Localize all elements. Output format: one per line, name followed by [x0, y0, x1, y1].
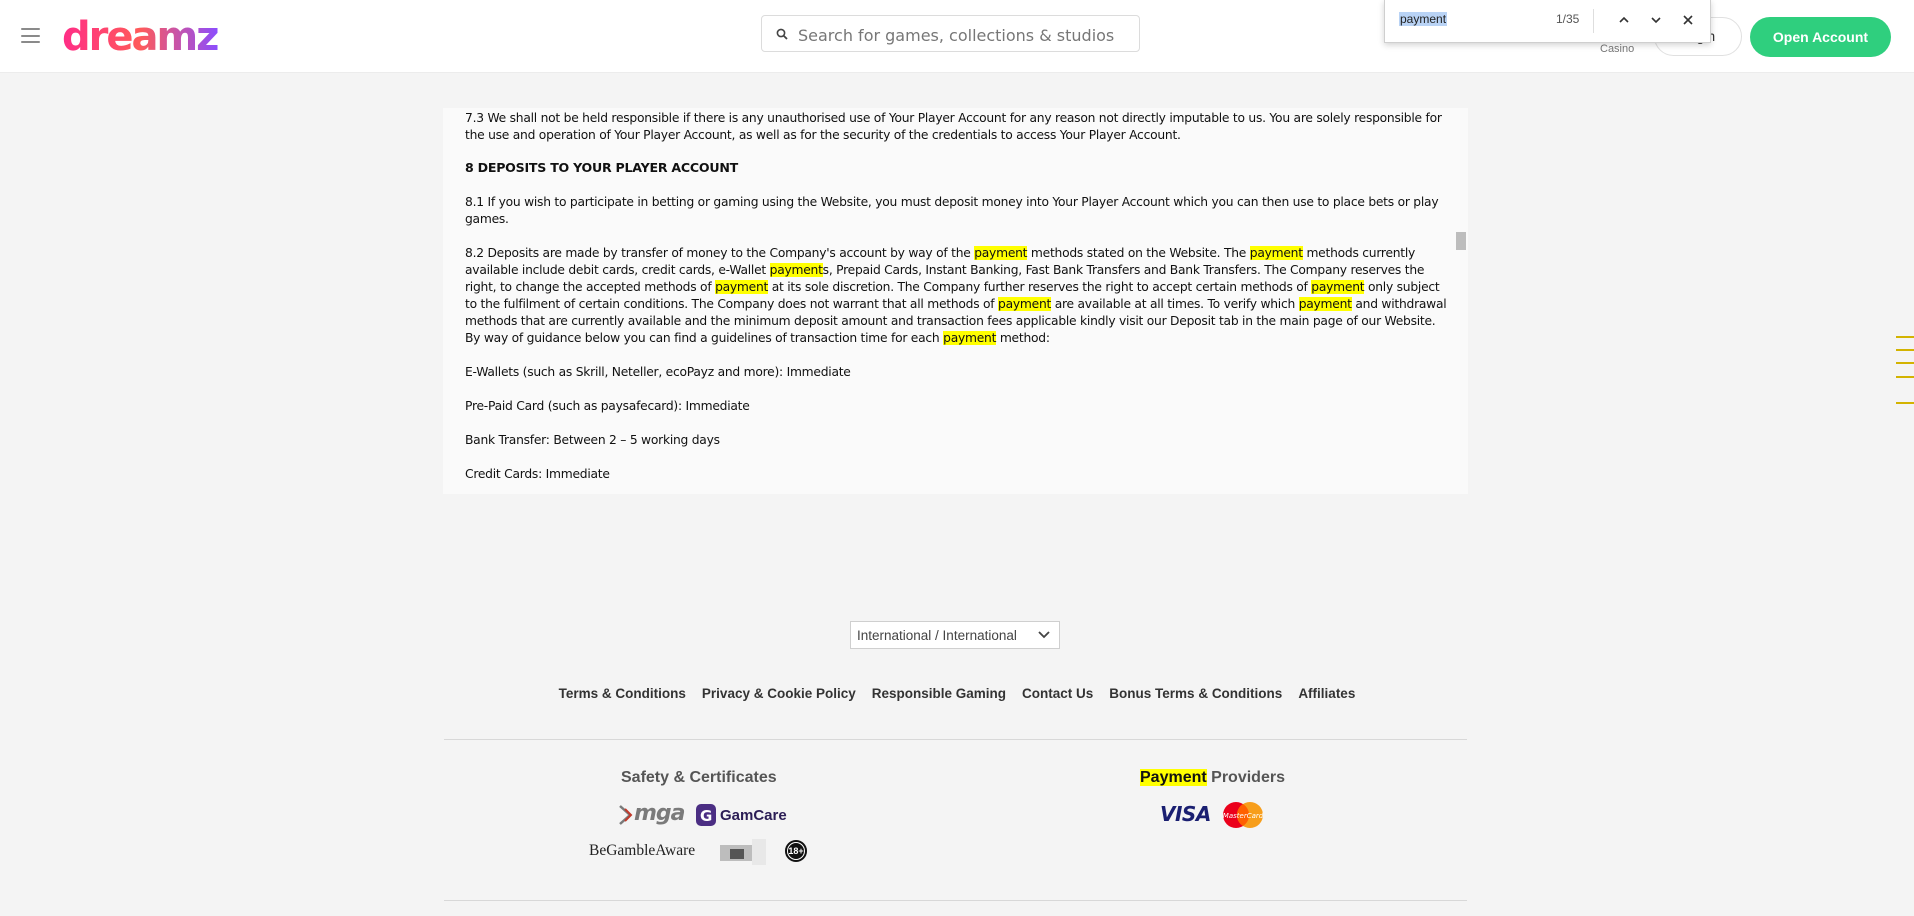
find-highlight: Payment — [1140, 769, 1207, 786]
scrollbar-find-marker — [1896, 349, 1914, 351]
scrollbar-find-marker — [1896, 402, 1914, 404]
hamburger-line — [21, 34, 40, 37]
footer-divider — [444, 739, 1467, 740]
find-input[interactable]: payment — [1399, 12, 1448, 26]
mastercard-logo[interactable]: MasterCard — [1222, 801, 1264, 829]
scrollbar-find-marker — [1896, 362, 1914, 364]
find-highlight: payment — [769, 263, 823, 277]
terms-document: 7.3 We shall not be held responsible if … — [465, 110, 1448, 483]
regulator-badge — [720, 839, 768, 865]
begambleaware-logo[interactable]: BeGambleAware — [589, 842, 695, 860]
footer-link-bonus-terms[interactable]: Bonus Terms & Conditions — [1109, 686, 1282, 701]
search-placeholder: Search for games, collections & studios — [798, 26, 1115, 45]
clause-7-3: 7.3 We shall not be held responsible if … — [465, 111, 1442, 142]
text-segment: are available at all times. To verify wh… — [1051, 297, 1299, 311]
text-segment: at its sole discretion. The Company furt… — [768, 280, 1312, 294]
scrollbar-find-marker — [1896, 336, 1914, 338]
gamcare-g-icon: G — [696, 804, 716, 826]
badge-shape — [730, 849, 744, 859]
casino-label: Casino — [1600, 43, 1635, 55]
find-divider — [1593, 9, 1594, 33]
bank-transfer-line: Bank Transfer: Between 2 – 5 working day… — [465, 433, 720, 447]
clause-8-2: 8.2 Deposits are made by transfer of mon… — [465, 245, 1448, 347]
text-segment: methods stated on the Website. The — [1027, 246, 1250, 260]
safety-certificates-title: Safety & Certificates — [621, 769, 777, 786]
search-input[interactable]: Search for games, collections & studios — [761, 15, 1140, 52]
footer-link-responsible-gaming[interactable]: Responsible Gaming — [872, 686, 1006, 701]
credit-cards-line: Credit Cards: Immediate — [465, 467, 610, 481]
find-result-count: 1/35 — [1556, 12, 1580, 26]
footer — [0, 533, 1914, 916]
mga-label: mga — [634, 801, 686, 826]
footer-link-privacy[interactable]: Privacy & Cookie Policy — [702, 686, 856, 701]
chevron-down-icon — [1038, 631, 1050, 639]
gamcare-label: GamCare — [720, 807, 787, 824]
payment-providers-title: Payment Providers — [1140, 769, 1285, 787]
hamburger-line — [21, 28, 40, 30]
prepaid-line: Pre-Paid Card (such as paysafecard): Imm… — [465, 399, 750, 413]
find-next-chevron-down-icon[interactable] — [1648, 12, 1664, 28]
find-previous-chevron-up-icon[interactable] — [1616, 12, 1632, 28]
footer-link-terms[interactable]: Terms & Conditions — [559, 686, 686, 701]
search-icon — [776, 28, 788, 40]
terms-content-scroll-area[interactable]: 7.3 We shall not be held responsible if … — [443, 108, 1468, 494]
find-highlight: payment — [1249, 246, 1303, 260]
footer-link-contact[interactable]: Contact Us — [1022, 686, 1093, 701]
badge-shape — [752, 839, 766, 865]
age-18-plus-badge: 18+ — [785, 840, 807, 862]
find-highlight: payment — [1311, 280, 1365, 294]
find-bar: payment 1/35 — [1384, 0, 1711, 43]
mastercard-label: MasterCard — [1223, 812, 1264, 820]
ewallets-line: E-Wallets (such as Skrill, Neteller, eco… — [465, 365, 851, 379]
find-highlight: payment — [943, 331, 997, 345]
clause-8-1: 8.1 If you wish to participate in bettin… — [465, 195, 1439, 226]
find-highlight: payment — [1298, 297, 1352, 311]
scrollbar-find-marker — [1896, 376, 1914, 378]
section-8-heading: 8 DEPOSITS TO YOUR PLAYER ACCOUNT — [465, 160, 738, 175]
find-highlight: payment — [715, 280, 769, 294]
region-select-value: International / International — [857, 628, 1017, 643]
find-close-icon[interactable] — [1680, 12, 1696, 28]
region-select[interactable]: International / International — [850, 621, 1060, 649]
logo-text: dreamz — [62, 14, 218, 58]
content-scrollbar-thumb[interactable] — [1456, 232, 1466, 250]
visa-logo[interactable]: VISA — [1160, 802, 1211, 826]
footer-links: Terms & Conditions Privacy & Cookie Poli… — [0, 686, 1914, 701]
open-account-button[interactable]: Open Account — [1750, 17, 1891, 57]
text-segment: 8.2 Deposits are made by transfer of mon… — [465, 246, 975, 260]
payment-providers-rest: Providers — [1206, 769, 1285, 786]
footer-link-affiliates[interactable]: Affiliates — [1298, 686, 1355, 701]
footer-bottom-divider — [444, 900, 1467, 901]
dreamz-logo[interactable]: dreamz — [62, 14, 227, 58]
text-segment: method: — [996, 331, 1050, 345]
find-highlight-current: payment — [974, 246, 1028, 260]
find-highlight: payment — [998, 297, 1052, 311]
hamburger-menu-icon[interactable] — [21, 28, 40, 43]
svg-text:G: G — [700, 807, 712, 825]
hamburger-line — [21, 41, 40, 43]
